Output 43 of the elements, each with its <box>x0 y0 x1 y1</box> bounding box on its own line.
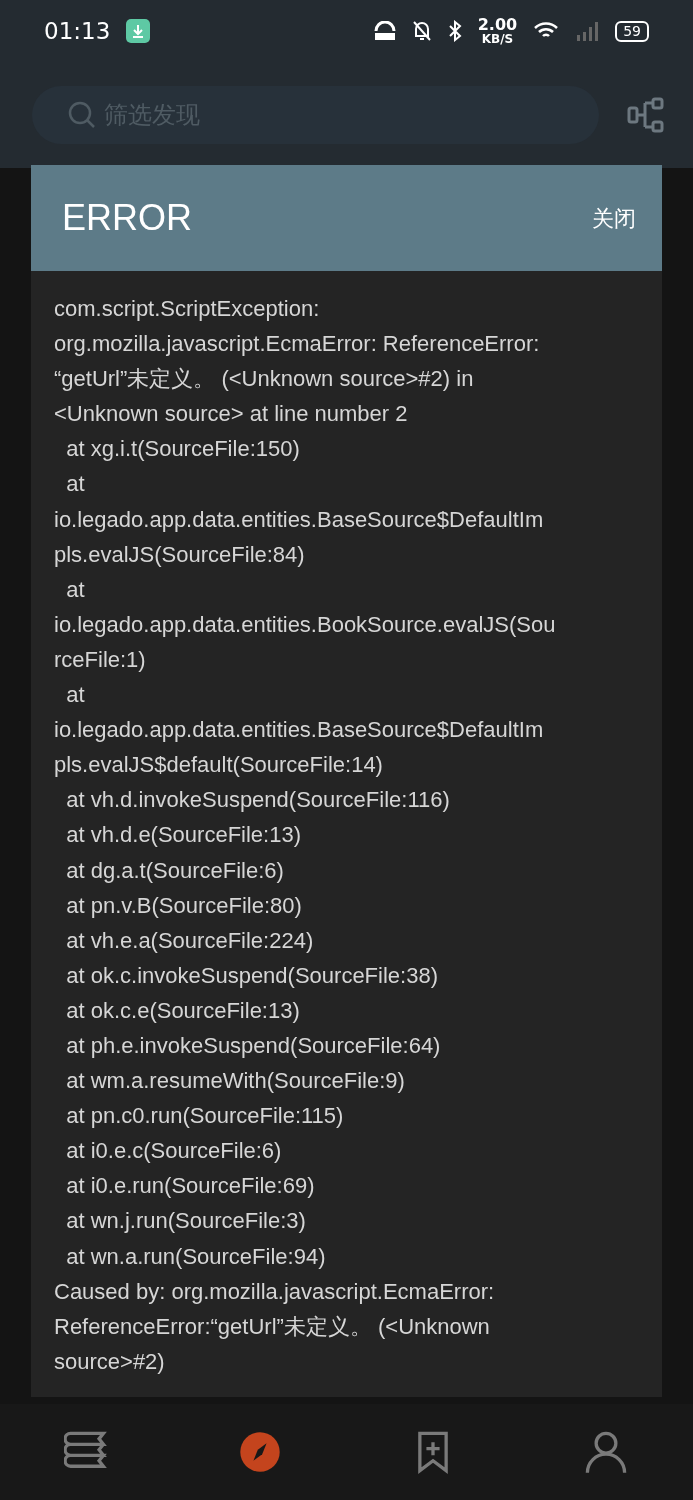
network-speed: 2.00 KB/S <box>477 17 518 45</box>
error-text-line: at <box>65 575 86 604</box>
error-text-line: org.mozilla.javascript.EcmaError: ReferenceError: <box>54 330 541 359</box>
error-text-line: at i0.e.c(SourceFile:6) <box>65 1137 283 1166</box>
error-text-line: rceFile:1) <box>54 645 147 674</box>
error-text-line: at ph.e.invokeSuspend(SourceFile:64) <box>65 1031 442 1060</box>
error-text-line: com.script.ScriptException: <box>54 295 321 323</box>
dialog-title: ERROR <box>62 196 192 240</box>
error-text-line: at ok.c.invokeSuspend(SourceFile:38) <box>65 961 439 990</box>
error-text-line: source>#2) <box>54 1347 166 1376</box>
error-text-line: at vh.d.invokeSuspend(SourceFile:116) <box>65 786 451 815</box>
vpn-icon <box>373 21 396 41</box>
error-text-line: pls.evalJS(SourceFile:84) <box>54 540 306 569</box>
error-text-line: io.legado.app.data.entities.BaseSource$DefaultIm <box>54 716 545 745</box>
error-text-line: io.legado.app.data.entities.BookSource.evalJS(Sou <box>54 610 557 639</box>
error-text-line: pls.evalJS$default(SourceFile:14) <box>54 751 384 780</box>
error-text-line: at pn.c0.run(SourceFile:115) <box>65 1102 345 1131</box>
search-icon <box>68 101 96 129</box>
error-text-line: “getUrl”未定义。 (<Unknown source>#2) in <box>54 365 475 394</box>
error-text-line: at wm.a.resumeWith(SourceFile:9) <box>65 1067 406 1096</box>
battery-indicator: 59 <box>615 20 649 42</box>
error-text-line: at <box>65 470 86 499</box>
error-text-line: at pn.v.B(SourceFile:80) <box>65 891 303 920</box>
error-text-line: at <box>65 681 86 710</box>
layout-icon[interactable] <box>627 97 665 133</box>
clock-time: 01:13 <box>44 16 111 46</box>
error-text-line: at wn.a.run(SourceFile:94) <box>65 1242 327 1271</box>
error-text-line: at xg.i.t(SourceFile:150) <box>65 435 301 464</box>
signal-icon <box>575 20 600 42</box>
error-text-line: at ok.c.e(SourceFile:13) <box>65 996 301 1025</box>
close-button[interactable]: 关闭 <box>592 201 636 235</box>
error-text-line: at i0.e.run(SourceFile:69) <box>65 1172 316 1201</box>
error-text-line: at wn.j.run(SourceFile:3) <box>65 1207 307 1236</box>
error-text-line: at dg.a.t(SourceFile:6) <box>65 856 285 885</box>
bell-muted-icon <box>411 20 432 42</box>
error-text-line: at vh.e.a(SourceFile:224) <box>65 926 315 955</box>
download-icon <box>126 19 151 43</box>
error-text-line: ReferenceError:“getUrl”未定义。 (<Unknown <box>54 1312 491 1341</box>
error-text-line: Caused by: org.mozilla.javascript.EcmaError: <box>54 1277 496 1306</box>
error-text-line: at vh.d.e(SourceFile:13) <box>65 821 302 850</box>
error-text-line: io.legado.app.data.entities.BaseSource$DefaultIm <box>54 505 545 534</box>
bluetooth-icon <box>447 20 462 42</box>
error-text-line: <Unknown source> at line number 2 <box>54 400 409 429</box>
